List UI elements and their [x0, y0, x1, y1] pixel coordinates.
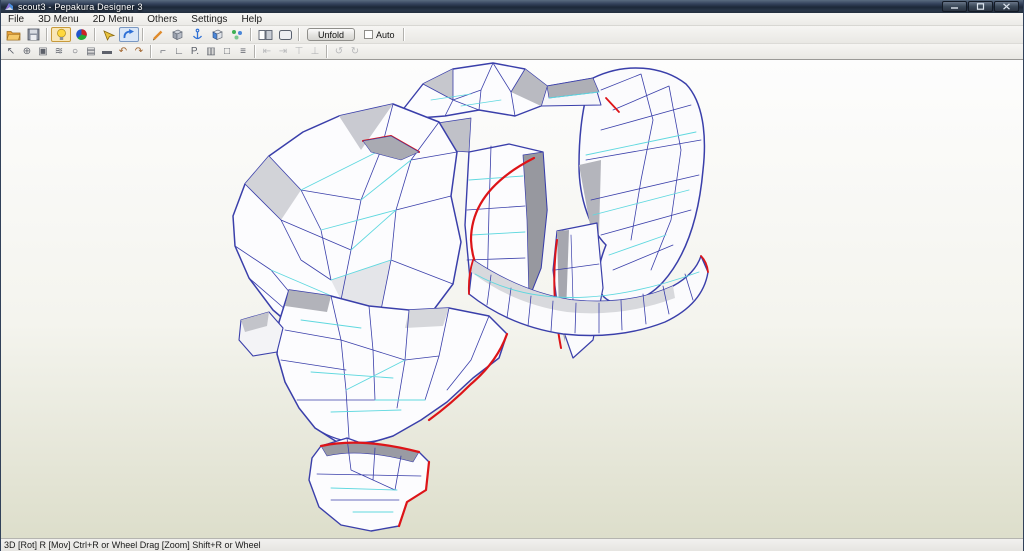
- toolbar-separator: [142, 28, 144, 41]
- cursor-add-icon[interactable]: ⊕: [19, 45, 35, 59]
- redo-icon[interactable]: ↷: [131, 45, 147, 59]
- toolbar-separator: [402, 28, 405, 41]
- rotate-ccw-icon: ↺: [334, 45, 344, 57]
- toolbar-separator: [326, 45, 328, 58]
- toolbar-separator: [94, 28, 96, 41]
- align-bottom-icon: ⊥: [310, 45, 320, 57]
- menu-2d-menu[interactable]: 2D Menu: [86, 13, 141, 26]
- maximize-button[interactable]: [968, 1, 993, 12]
- align-right-icon: ⇥: [278, 45, 288, 57]
- rotate-cw-icon: ↻: [350, 45, 360, 57]
- menu-bar: File 3D Menu 2D Menu Others Settings Hel…: [1, 13, 1023, 26]
- unfold-button[interactable]: Unfold: [307, 28, 356, 41]
- menu-others[interactable]: Others: [140, 13, 184, 26]
- main-toolbar: Unfold Auto: [1, 26, 1023, 43]
- split-view-icon[interactable]: [255, 27, 275, 42]
- status-hint-text: 3D [Rot] R [Mov] Ctrl+R or Wheel Drag [Z…: [4, 540, 261, 550]
- screen-icon[interactable]: ▬: [99, 45, 115, 59]
- toolbar-separator: [298, 28, 300, 41]
- edge-divide-icon[interactable]: ∟: [171, 45, 187, 59]
- toolbar-separator: [254, 45, 256, 58]
- toolbar-separator: [250, 28, 252, 41]
- menu-3d-menu[interactable]: 3D Menu: [31, 13, 86, 26]
- pepakura-app-icon: [5, 2, 13, 10]
- minimize-button[interactable]: [942, 1, 967, 12]
- menu-settings[interactable]: Settings: [184, 13, 234, 26]
- status-bar: 3D [Rot] R [Mov] Ctrl+R or Wheel Drag [Z…: [1, 538, 1023, 551]
- image-icon[interactable]: ▣: [35, 45, 51, 59]
- material-ball-icon[interactable]: [71, 27, 91, 42]
- close-button[interactable]: [994, 1, 1019, 12]
- flatten-icon[interactable]: ≡: [235, 45, 251, 59]
- corner-edit-icon[interactable]: ⌐: [155, 45, 171, 59]
- 3d-model-mesh: [232, 62, 709, 532]
- auto-checkbox[interactable]: [364, 30, 374, 39]
- box-select-icon[interactable]: □: [219, 45, 235, 59]
- tape-measure-icon[interactable]: ▥: [203, 45, 219, 59]
- rotate-view-icon[interactable]: [119, 27, 139, 42]
- hatch-strokes-icon[interactable]: ≋: [51, 45, 67, 59]
- window-title: scout3 - Pepakura Designer 3: [18, 1, 143, 12]
- 3d-viewport[interactable]: [1, 59, 1023, 538]
- pencil-icon[interactable]: [147, 27, 167, 42]
- vertex-dots-icon[interactable]: [227, 27, 247, 42]
- align-top-icon: ⊤: [294, 45, 304, 57]
- light-bulb-icon[interactable]: [51, 27, 71, 42]
- edit-toolbar: ↖ ⊕ ▣ ≋ ○ ▤ ▬ ↶ ↷ ⌐ ∟ P. ▥ □ ≡ ⇤ ⇥ ⊤ ⊥ ↺…: [1, 43, 1023, 59]
- select-3d-icon[interactable]: [99, 27, 119, 42]
- menu-file[interactable]: File: [1, 13, 31, 26]
- face-box-icon[interactable]: [207, 27, 227, 42]
- notebook-icon[interactable]: ▤: [83, 45, 99, 59]
- cylinder-icon[interactable]: ○: [67, 45, 83, 59]
- save-icon[interactable]: [23, 27, 43, 42]
- cursor-select-icon[interactable]: ↖: [3, 45, 19, 59]
- single-view-icon[interactable]: [275, 27, 295, 42]
- toolbar-separator: [150, 45, 152, 58]
- auto-checkbox-label: Auto: [376, 29, 395, 40]
- title-bar[interactable]: scout3 - Pepakura Designer 3: [1, 0, 1023, 13]
- solid-box-icon[interactable]: [167, 27, 187, 42]
- menu-help[interactable]: Help: [234, 13, 269, 26]
- anchor-icon[interactable]: [187, 27, 207, 42]
- p-scale-icon[interactable]: P.: [187, 45, 203, 59]
- toolbar-separator: [46, 28, 48, 41]
- app-window: scout3 - Pepakura Designer 3 File 3D Men…: [0, 0, 1024, 551]
- align-left-icon: ⇤: [262, 45, 272, 57]
- undo-icon[interactable]: ↶: [115, 45, 131, 59]
- open-folder-icon[interactable]: [3, 27, 23, 42]
